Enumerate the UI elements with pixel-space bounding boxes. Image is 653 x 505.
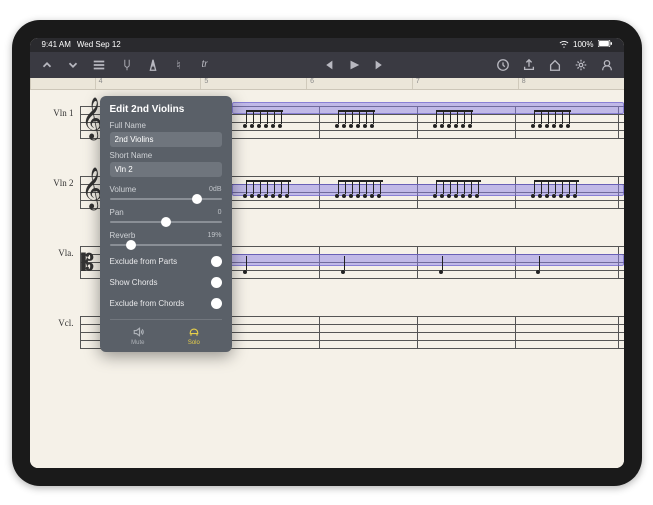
- short-name-input[interactable]: [110, 162, 222, 177]
- solo-button[interactable]: Solo: [188, 326, 200, 346]
- automation-lane[interactable]: [232, 102, 624, 114]
- score-area[interactable]: Vln 1 𝄞 Vln 2: [30, 90, 624, 468]
- chevron-up-icon[interactable]: [40, 58, 54, 72]
- ruler-marker: 6: [306, 78, 412, 89]
- profile-icon[interactable]: [600, 58, 614, 72]
- panel-title: Edit 2nd Violins: [110, 104, 222, 115]
- skip-forward-icon[interactable]: [373, 58, 387, 72]
- alto-clef-icon: 𝄡: [82, 250, 94, 276]
- staff-label: Vln 1: [30, 90, 80, 160]
- battery-text: 100%: [573, 40, 593, 49]
- solo-label: Solo: [188, 340, 200, 346]
- exclude-parts-toggle[interactable]: [211, 256, 222, 267]
- ipad-frame: 9:41 AM Wed Sep 12 100%: [12, 20, 642, 486]
- status-date: Wed Sep 12: [77, 40, 121, 49]
- short-name-label: Short Name: [110, 151, 222, 160]
- show-chords-toggle[interactable]: [211, 277, 222, 288]
- volume-label: Volume: [110, 185, 137, 194]
- home-icon[interactable]: [548, 58, 562, 72]
- toolbar: ♮ tr: [30, 52, 624, 78]
- play-icon[interactable]: [347, 58, 361, 72]
- reverb-slider[interactable]: [110, 244, 222, 246]
- mute-button[interactable]: Mute: [131, 326, 144, 346]
- screen: 9:41 AM Wed Sep 12 100%: [30, 38, 624, 468]
- wifi-icon: [559, 40, 569, 50]
- full-name-input[interactable]: [110, 132, 222, 147]
- exclude-parts-label: Exclude from Parts: [110, 257, 178, 266]
- ruler-marker: 5: [200, 78, 306, 89]
- exclude-chords-toggle[interactable]: [211, 298, 222, 309]
- staff-label: Vcl.: [30, 300, 80, 356]
- ruler-marker: 8: [518, 78, 624, 89]
- pan-label: Pan: [110, 208, 124, 217]
- reverb-label: Reverb: [110, 231, 136, 240]
- battery-icon: [598, 40, 612, 49]
- chevron-down-icon[interactable]: [66, 58, 80, 72]
- volume-slider[interactable]: [110, 198, 222, 200]
- tuning-fork-icon[interactable]: [120, 58, 134, 72]
- natural-icon[interactable]: ♮: [172, 58, 186, 72]
- gear-icon[interactable]: [574, 58, 588, 72]
- full-name-label: Full Name: [110, 121, 222, 130]
- menu-icon[interactable]: [92, 58, 106, 72]
- mute-label: Mute: [131, 340, 144, 346]
- show-chords-label: Show Chords: [110, 278, 158, 287]
- status-time: 9:41 AM: [42, 40, 71, 49]
- share-icon[interactable]: [522, 58, 536, 72]
- ruler[interactable]: 4 5 6 7 8: [30, 78, 624, 90]
- ruler-marker: 7: [412, 78, 518, 89]
- trill-icon[interactable]: tr: [198, 58, 212, 72]
- volume-value: 0dB: [209, 186, 221, 193]
- exclude-chords-label: Exclude from Chords: [110, 299, 185, 308]
- staff-label: Vla.: [30, 230, 80, 300]
- reverb-value: 19%: [207, 232, 221, 239]
- pan-value: 0: [218, 209, 222, 216]
- pan-slider[interactable]: [110, 221, 222, 223]
- metronome-icon[interactable]: [146, 58, 160, 72]
- skip-back-icon[interactable]: [321, 58, 335, 72]
- edit-instrument-panel: Edit 2nd Violins Full Name Short Name Vo…: [100, 96, 232, 352]
- staff-label: Vln 2: [30, 160, 80, 230]
- status-bar: 9:41 AM Wed Sep 12 100%: [30, 38, 624, 52]
- clock-icon[interactable]: [496, 58, 510, 72]
- ruler-marker: 4: [95, 78, 201, 89]
